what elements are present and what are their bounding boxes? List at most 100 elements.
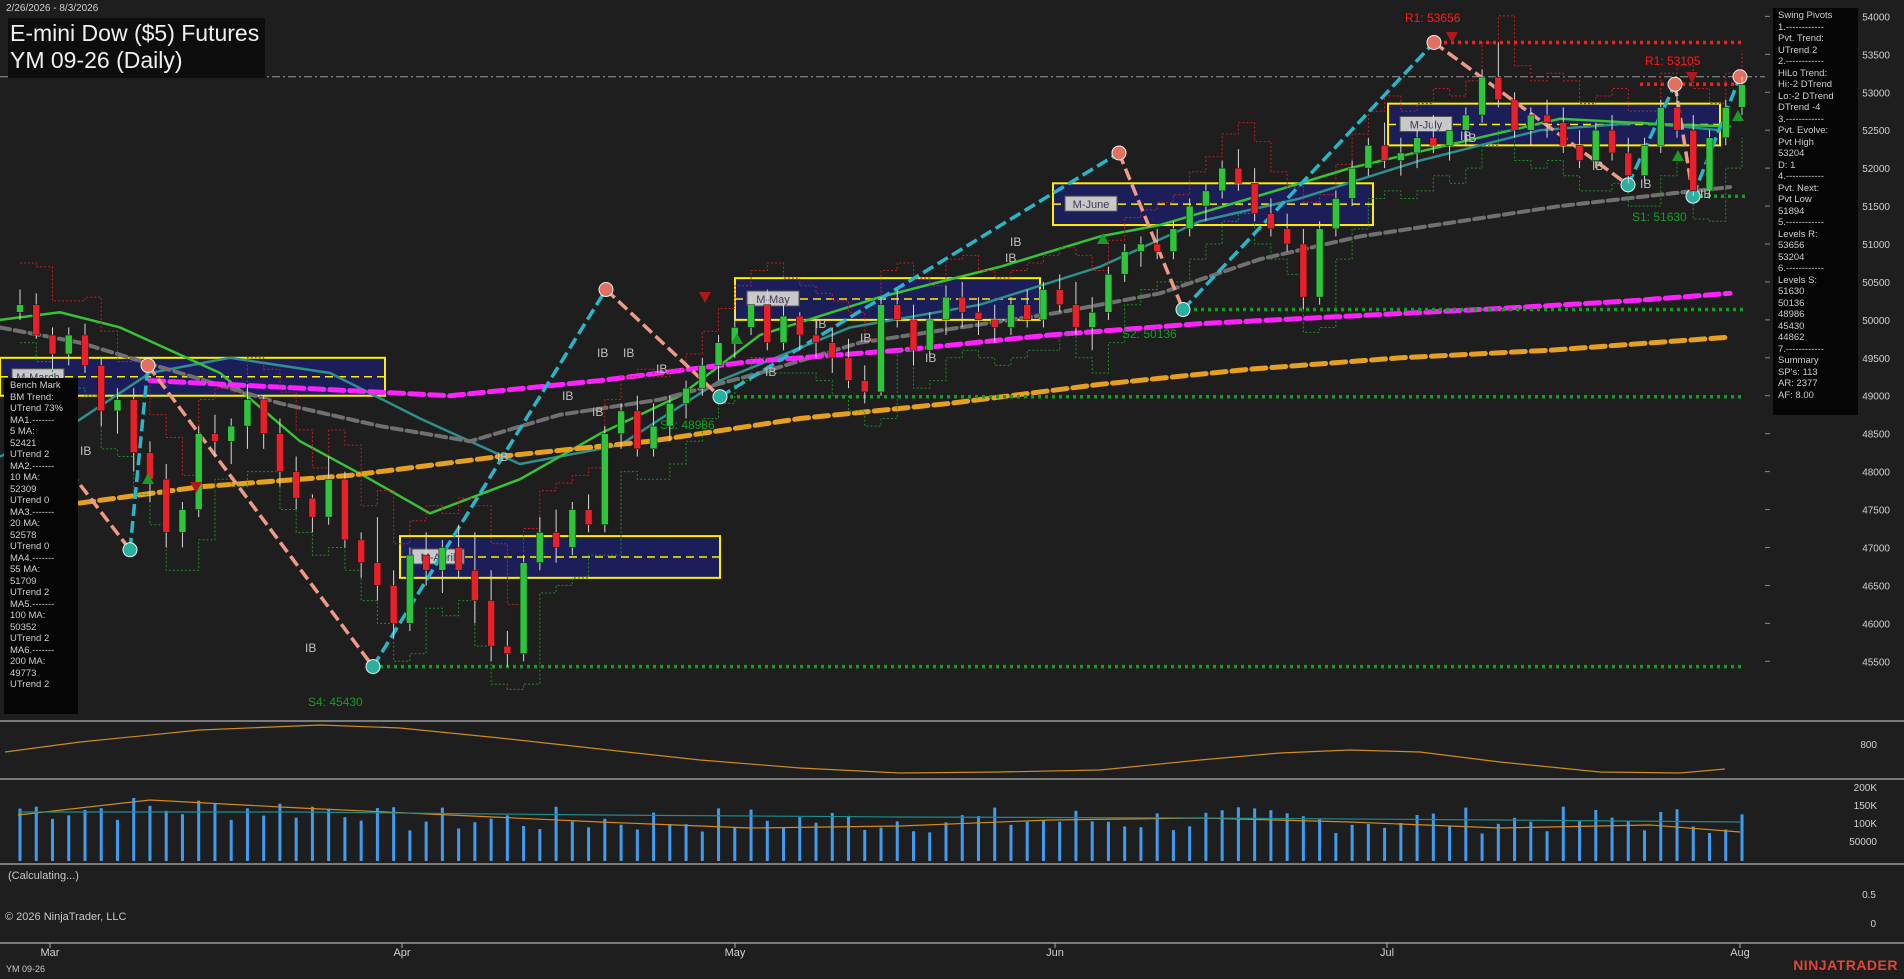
y-tick-label: 49000	[1862, 392, 1890, 403]
candle-up	[1657, 107, 1665, 146]
y-tick-label: 46000	[1862, 619, 1890, 630]
panel-line: 3.------------	[1778, 113, 1824, 125]
panel-line: 48986	[1778, 309, 1805, 320]
panel-line: 4.------------	[1778, 171, 1824, 182]
candle-down	[81, 334, 89, 366]
price-chart: 45500 46000 46500 47000 47500 48000 48500 49000…	[0, 0, 1904, 979]
volume-bar	[1188, 826, 1192, 861]
panel-line: Summary	[1778, 355, 1819, 366]
panel-line: 51894	[1778, 205, 1805, 217]
y-tick-label: 51500	[1862, 202, 1890, 213]
panel-line: 50136	[1778, 297, 1805, 309]
ib-label: IB	[497, 450, 508, 464]
volume-bar	[603, 818, 607, 861]
volume-bar	[1383, 827, 1387, 861]
candle-down	[422, 554, 430, 571]
candle-down	[1072, 304, 1080, 328]
panel-line: 55 MA:	[10, 564, 41, 575]
candle-down	[844, 357, 853, 381]
panel-line: UTrend 0	[10, 495, 50, 506]
panel-line: 10 MA:	[10, 472, 41, 483]
ib-label: IB	[815, 317, 826, 331]
volume-bar	[1009, 824, 1013, 861]
panel-line: 52421	[10, 437, 37, 449]
ib-label: IB	[562, 389, 573, 403]
volume-bar	[1643, 830, 1647, 861]
volume-bar	[1626, 820, 1630, 861]
candle-down	[1543, 114, 1551, 123]
chart-title: E-mini Dow ($5) Futures	[10, 20, 260, 46]
volume-bar	[229, 819, 233, 861]
swing-low-marker	[1175, 302, 1191, 318]
panel-line: MA2.-------	[10, 460, 55, 472]
candle-up	[438, 547, 447, 571]
panel-line: Bench Mark	[10, 380, 61, 391]
y-tick-label: 49500	[1862, 354, 1890, 365]
panel-line: BM Trend:	[10, 391, 54, 403]
panel-line: 6.------------	[1778, 263, 1824, 274]
ib-label: IB	[656, 362, 667, 376]
volume-bar	[1740, 814, 1744, 861]
volume-bar	[1334, 833, 1338, 861]
panel-line: Lo:-2 DTrend	[1778, 90, 1834, 102]
volume-bar	[1236, 807, 1240, 861]
swing-low-marker	[122, 542, 138, 558]
volume-bar	[1399, 822, 1403, 861]
panel-line: 53204	[1778, 251, 1805, 263]
volume-bar	[473, 822, 477, 861]
volume-bar	[1025, 821, 1029, 861]
panel-line: UTrend 2	[10, 449, 50, 460]
panel-line: MA6.-------	[10, 644, 55, 656]
volume-bar	[327, 808, 331, 861]
candle-down	[812, 334, 820, 343]
candle-up	[1169, 228, 1178, 252]
volume-bar	[1171, 830, 1175, 861]
candle-up	[1527, 114, 1535, 131]
ib-label: IB	[592, 405, 603, 419]
volume-bar	[1139, 827, 1143, 861]
candle-down	[1023, 304, 1031, 321]
candle-up	[64, 334, 73, 355]
volume-bar	[1090, 821, 1094, 861]
volume-bar	[34, 806, 38, 861]
volume-bar	[587, 827, 591, 861]
volume-bar	[1155, 813, 1159, 861]
candle-down	[373, 562, 382, 586]
volume-bar	[132, 798, 136, 861]
volume-bar	[1480, 833, 1484, 861]
box-label: M-July	[1410, 120, 1443, 132]
swing-high-marker	[1732, 69, 1748, 85]
panel-line: 45430	[1778, 320, 1805, 332]
chart-background	[0, 0, 1904, 979]
candle-up	[1088, 312, 1096, 328]
level-label: S1: 51630	[1632, 210, 1687, 224]
volume-bar	[765, 820, 769, 861]
volume-tick-label: 50000	[1849, 837, 1877, 848]
volume-bar	[18, 808, 22, 861]
x-tick-label: Mar	[41, 947, 60, 959]
panel-line: Pvt High	[1778, 136, 1814, 148]
candle-down	[276, 433, 284, 472]
candle-down	[211, 433, 219, 442]
volume-bar	[1366, 823, 1370, 861]
ma-summary-panel: Bench Mark BM Trend: UTrend 73% MA1.-------…	[4, 378, 78, 714]
panel-line: 49773	[10, 667, 37, 679]
volume-bar	[1691, 826, 1695, 861]
chart-header: E-mini Dow ($5) Futures YM 09-26 (Daily)	[8, 18, 266, 78]
volume-bar	[294, 817, 298, 861]
indicator-tick-label: 0	[1870, 919, 1876, 930]
ib-label: IB	[925, 351, 936, 365]
volume-bar	[310, 806, 314, 861]
volume-bar	[1610, 817, 1614, 861]
panel-line: 52309	[10, 483, 37, 495]
panel-line: 53656	[1778, 240, 1805, 251]
panel-line: Pvt. Evolve:	[1778, 125, 1829, 136]
candle-up	[1705, 137, 1714, 192]
panel-line: MA5.-------	[10, 598, 55, 610]
volume-bar	[424, 821, 428, 861]
candle-down	[1429, 137, 1438, 146]
panel-line: DTrend -4	[1778, 102, 1821, 113]
candle-down	[292, 471, 300, 499]
volume-bar	[440, 807, 444, 861]
volume-bar	[928, 832, 932, 861]
